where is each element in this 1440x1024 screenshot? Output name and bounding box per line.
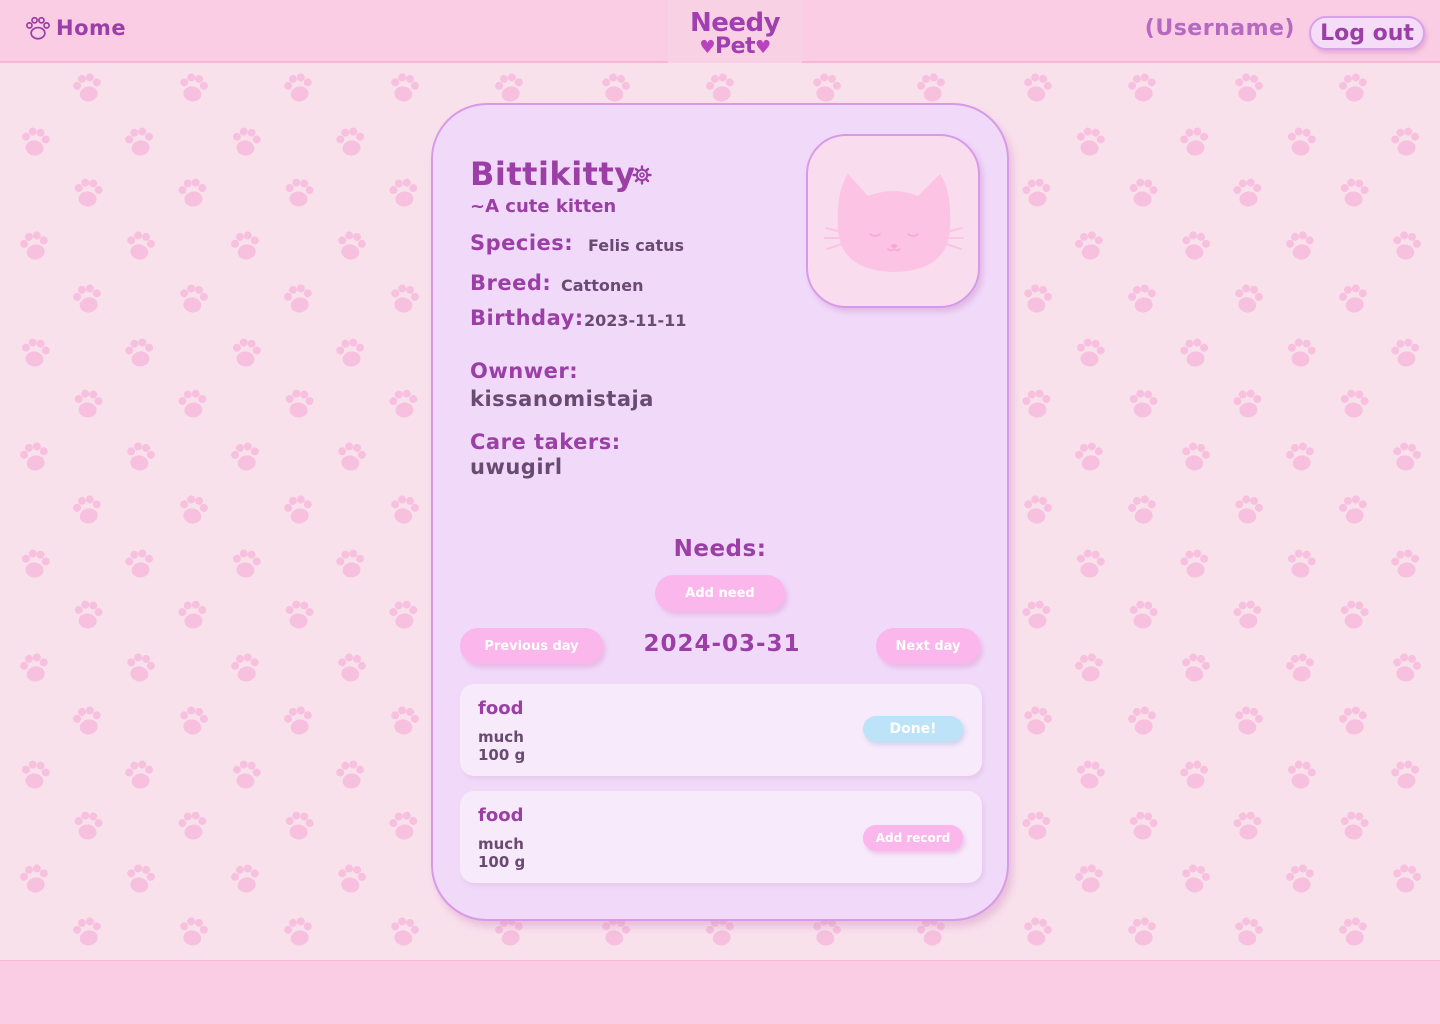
need-title: food xyxy=(478,698,524,719)
need-amount: much 100 g xyxy=(478,728,525,764)
logo-line-1: Needy xyxy=(689,8,781,38)
next-day-button[interactable]: Next day xyxy=(876,628,980,664)
owner-value: kissanomistaja xyxy=(470,387,654,411)
logo-line-2: ♥Pet♥ xyxy=(668,36,802,59)
pet-avatar[interactable] xyxy=(806,134,980,308)
username-label: (Username) xyxy=(1144,16,1295,41)
add-need-button[interactable]: Add need xyxy=(655,575,785,611)
footer-bar xyxy=(0,960,1440,1024)
pet-profile-card: Bittikitty ~A cute kitten Species: Felis… xyxy=(431,103,1009,921)
cat-face-icon xyxy=(824,174,964,272)
top-nav-bar: Home Needy ♥Pet♥ (Username) Log out xyxy=(0,0,1440,63)
pet-tagline: ~A cute kitten xyxy=(470,196,617,217)
species-label: Species: xyxy=(470,231,574,255)
breed-value: Cattonen xyxy=(561,276,644,295)
need-amount-line: much xyxy=(478,835,524,853)
done-button[interactable]: Done! xyxy=(863,716,963,742)
logout-button[interactable]: Log out xyxy=(1309,16,1425,50)
need-item: food much 100 g Done! xyxy=(460,684,982,776)
needs-title: Needs: xyxy=(673,536,767,562)
heart-icon: ♥ xyxy=(699,37,715,58)
caretakers-value: uwugirl xyxy=(470,455,563,479)
owner-label: Ownwer: xyxy=(470,359,579,383)
home-link[interactable]: Home xyxy=(26,16,126,40)
needy-pet-logo[interactable]: Needy ♥Pet♥ xyxy=(668,0,802,63)
caretakers-label: Care takers: xyxy=(470,430,621,454)
need-amount-line: 100 g xyxy=(478,746,526,764)
breed-label: Breed: xyxy=(470,271,552,295)
home-label: Home xyxy=(56,16,127,40)
birthday-label: Birthday: xyxy=(470,306,584,330)
add-record-button[interactable]: Add record xyxy=(863,825,963,851)
need-amount-line: 100 g xyxy=(478,853,526,871)
need-item: food much 100 g Add record xyxy=(460,791,982,883)
previous-day-button[interactable]: Previous day xyxy=(460,628,603,664)
birthday-value: 2023-11-11 xyxy=(584,311,687,330)
gear-icon[interactable] xyxy=(632,165,652,185)
species-value: Felis catus xyxy=(588,236,685,255)
current-date: 2024-03-31 xyxy=(643,631,801,657)
need-amount: much 100 g xyxy=(478,835,525,871)
heart-icon: ♥ xyxy=(755,37,771,58)
need-amount-line: much xyxy=(478,728,524,746)
pet-name: Bittikitty xyxy=(470,155,636,193)
paw-icon xyxy=(26,16,50,40)
need-title: food xyxy=(478,805,524,826)
logo-line-2-text: Pet xyxy=(714,34,756,59)
